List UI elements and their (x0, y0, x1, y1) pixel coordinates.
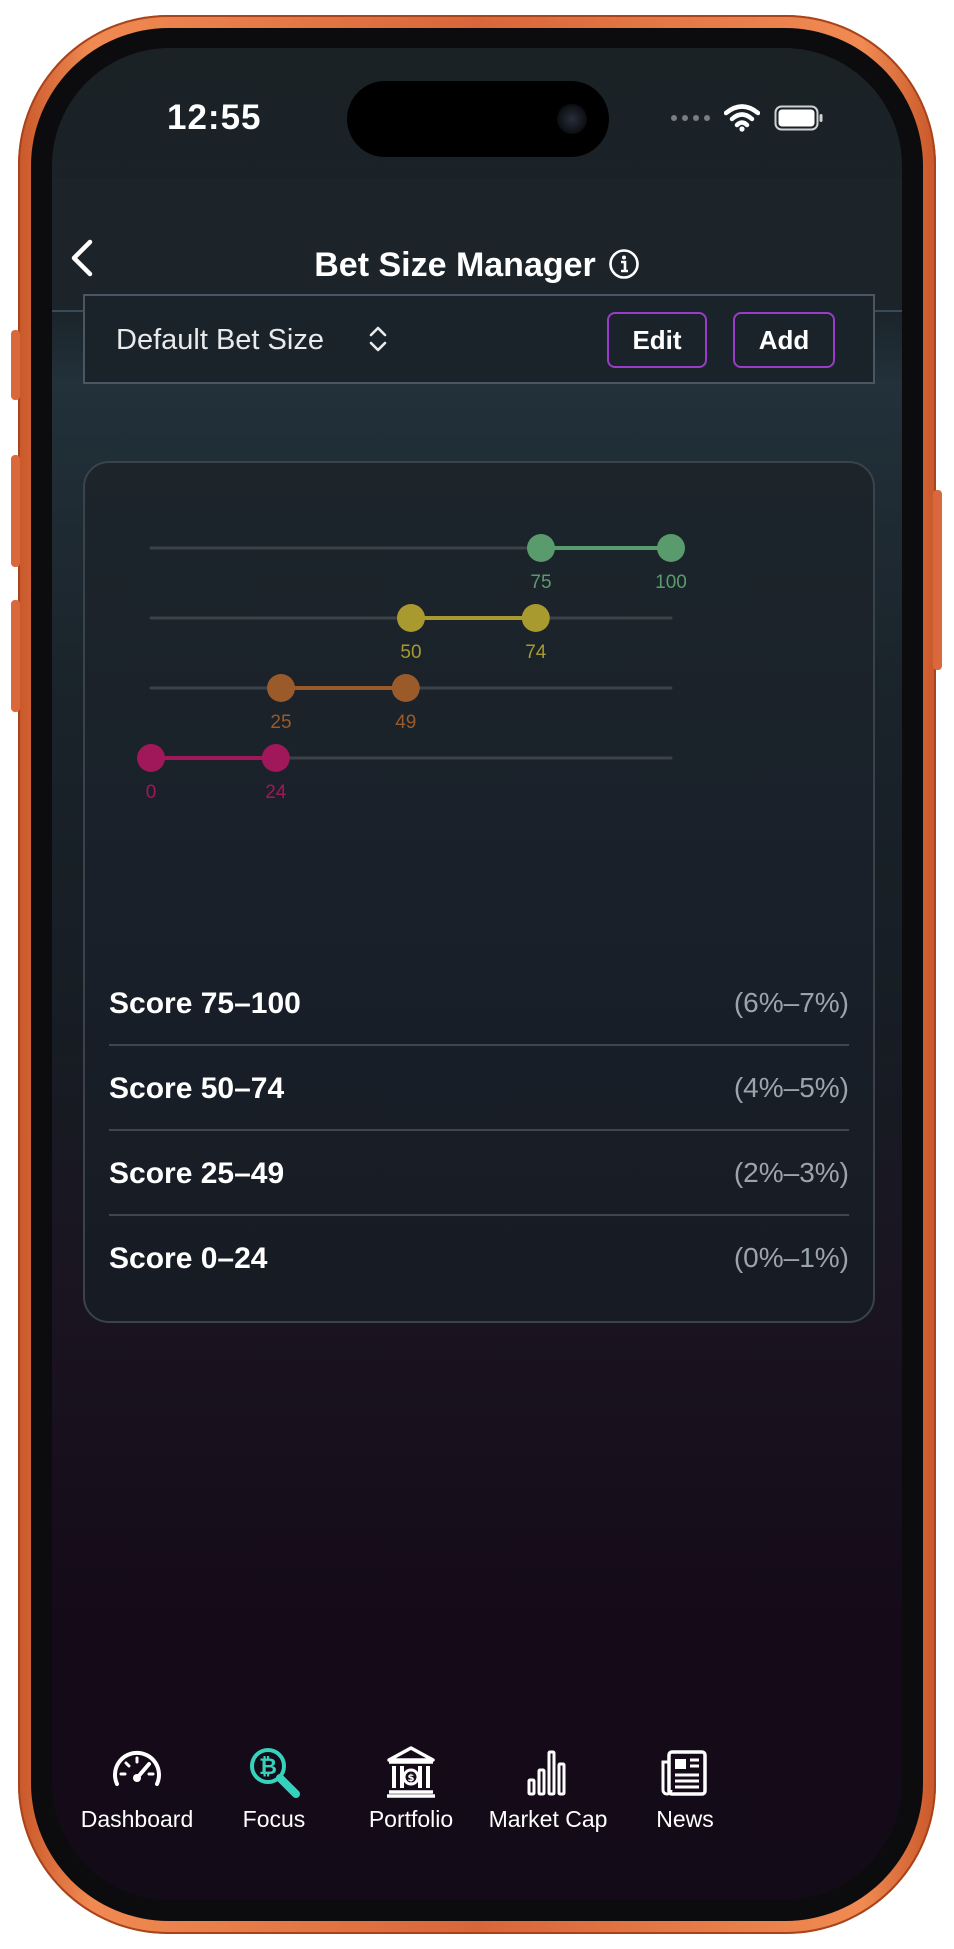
volume-down-button (11, 600, 20, 712)
nav-header: Bet Size Manager (52, 178, 902, 312)
bank-icon: $ (387, 1746, 435, 1798)
speedometer-icon (113, 1750, 161, 1786)
range-start-label: 0 (146, 782, 157, 803)
status-icons (671, 104, 824, 132)
range-start-thumb[interactable] (397, 604, 425, 632)
range-start-label: 50 (400, 642, 421, 663)
cellular-signal-icon (671, 115, 710, 121)
range-row-label: Score 75–100 (109, 987, 301, 1020)
range-row[interactable]: Score 75–100 (6%–7%) (109, 961, 849, 1046)
page-title: Bet Size Manager (52, 246, 902, 285)
newspaper-icon (661, 1750, 707, 1796)
range-list: Score 75–100 (6%–7%) Score 50–74 (4%–5%) Sco… (109, 961, 849, 1299)
range-row-label: Score 50–74 (109, 1072, 285, 1105)
info-icon[interactable] (608, 248, 640, 280)
range-row[interactable]: Score 50–74 (4%–5%) (109, 1046, 849, 1131)
bet-size-dropdown[interactable]: Default Bet Size (116, 324, 324, 357)
range-end-thumb[interactable] (391, 674, 420, 702)
chevron-up-down-icon[interactable] (367, 324, 389, 354)
add-button[interactable]: Add (733, 312, 835, 368)
wifi-icon (724, 104, 760, 132)
edit-button[interactable]: Edit (607, 312, 707, 368)
tab-label: News (656, 1806, 714, 1832)
range-row-percent: (4%–5%) (733, 1072, 849, 1103)
range-row-percent: (0%–1%) (733, 1242, 849, 1273)
score-range-chart: 75 100 50 74 25 49 0 24 (137, 534, 687, 803)
bet-size-selector-bar: Default Bet Size Edit Add (83, 294, 875, 384)
range-end-thumb[interactable] (521, 604, 550, 632)
range-end-thumb[interactable] (657, 534, 685, 562)
power-button (933, 490, 942, 670)
range-end-thumb[interactable] (261, 744, 290, 772)
range-row-percent: (2%–3%) (733, 1157, 849, 1188)
tab-news[interactable]: News (600, 1744, 770, 1874)
svg-text:₿: ₿ (259, 1755, 277, 1780)
bar-chart-icon (527, 1750, 566, 1796)
range-start-label: 25 (270, 712, 291, 733)
action-button (11, 330, 20, 400)
range-start-thumb[interactable] (267, 674, 295, 702)
range-row-percent: (6%–7%) (733, 987, 849, 1018)
battery-icon (774, 105, 823, 131)
range-row-label: Score 0–24 (109, 1242, 268, 1275)
bitcoin-search-icon: ₿ (250, 1748, 300, 1798)
screen: 12:55 Bet Size Manager Default Bet Size … (52, 48, 902, 1900)
status-bar: 12:55 (52, 48, 902, 178)
camera-icon (557, 104, 587, 134)
volume-up-button (11, 455, 20, 567)
range-row[interactable]: Score 0–24 (0%–1%) (109, 1216, 849, 1299)
tab-bar: Dashboard ₿ Focus $ Portfolio Market Cap… (52, 1744, 902, 1874)
range-row-label: Score 25–49 (109, 1157, 285, 1190)
svg-text:$: $ (408, 1773, 415, 1784)
bet-size-card: 75 100 50 74 25 49 0 24 Score 75–100 (6%–7%) Scor… (83, 461, 875, 1323)
range-start-label: 75 (530, 572, 551, 593)
status-time: 12:55 (167, 98, 262, 137)
range-end-label: 74 (525, 642, 547, 663)
range-end-label: 100 (655, 572, 687, 593)
range-start-thumb[interactable] (527, 534, 555, 562)
page-title-text: Bet Size Manager (314, 246, 596, 284)
range-end-label: 49 (395, 712, 416, 733)
range-end-label: 24 (265, 782, 287, 803)
range-row[interactable]: Score 25–49 (2%–3%) (109, 1131, 849, 1216)
range-start-thumb[interactable] (137, 744, 165, 772)
